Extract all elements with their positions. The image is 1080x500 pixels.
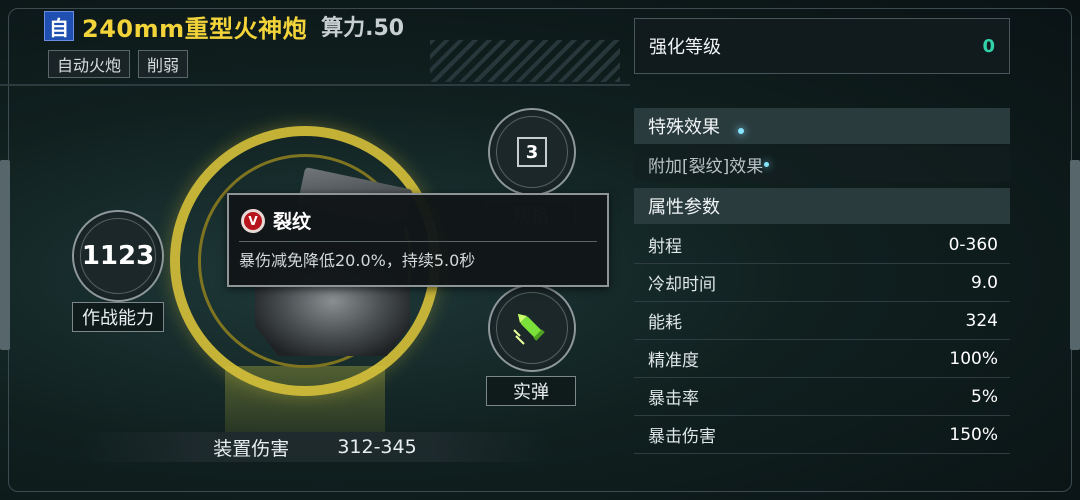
ammo-type-label: 实弹	[486, 376, 576, 406]
tooltip-title: 裂纹	[273, 211, 312, 233]
attribute-name: 能耗	[648, 313, 682, 333]
upgrade-level-row: 强化等级 0	[634, 18, 1010, 74]
level-value: 3	[517, 137, 547, 167]
sparkle-decoration	[738, 128, 744, 134]
header-stripe-decoration	[430, 40, 620, 82]
attribute-value: 5%	[971, 386, 998, 407]
attribute-name: 射程	[648, 237, 682, 257]
crack-icon-glyph: V	[244, 211, 262, 230]
combat-power-circle: 1123	[72, 210, 164, 302]
combat-power-value: 1123	[81, 241, 155, 271]
device-damage-value: 312-345	[337, 436, 417, 458]
attribute-name: 暴击伤害	[648, 427, 716, 447]
tag-weaken: 削弱	[138, 50, 189, 78]
weapon-detail-panel: 自 240mm重型火神炮 算力.50 自动火炮 削弱 1123 作战能力 3 规…	[0, 0, 1080, 500]
attribute-row: 暴击伤害 150%	[634, 416, 1010, 454]
attribute-name: 精准度	[648, 351, 699, 371]
combat-power-label: 作战能力	[72, 302, 164, 332]
attribute-row: 冷却时间 9.0	[634, 264, 1010, 302]
bullet-icon	[513, 313, 545, 345]
attribute-row: 射程 0-360	[634, 226, 1010, 264]
upgrade-level-label: 强化等级	[649, 37, 721, 58]
attribute-row: 能耗 324	[634, 302, 1010, 340]
special-effect-header: 特殊效果	[634, 108, 1010, 144]
weapon-name: 240mm重型火神炮	[82, 14, 308, 43]
self-badge: 自	[44, 11, 74, 41]
attribute-value: 324	[965, 310, 998, 331]
device-damage-label: 装置伤害	[213, 437, 290, 460]
tooltip-divider	[239, 241, 597, 242]
attributes-header: 属性参数	[634, 188, 1010, 224]
attribute-value: 0-360	[948, 234, 998, 255]
attribute-name: 暴击率	[648, 389, 699, 409]
power-cost: 算力.50	[321, 16, 405, 41]
crack-effect-tooltip: V 裂纹 暴伤减免降低20.0%，持续5.0秒	[227, 193, 609, 287]
level-circle[interactable]: 3	[488, 108, 576, 196]
sparkle-decoration	[764, 162, 769, 167]
attribute-value: 9.0	[970, 272, 998, 293]
attribute-value: 100%	[949, 348, 998, 369]
tooltip-header: V 裂纹	[241, 207, 311, 234]
attribute-value: 150%	[949, 424, 998, 445]
attribute-name: 冷却时间	[648, 275, 716, 295]
attributes-list: 射程 0-360 冷却时间 9.0 能耗 324 精准度 100% 暴击率 5%…	[634, 226, 1010, 454]
weapon-tags: 自动火炮 削弱	[48, 50, 189, 78]
device-damage-bar: 装置伤害 312-345	[80, 432, 550, 462]
ammo-type-circle[interactable]	[488, 284, 576, 372]
attribute-row: 暴击率 5%	[634, 378, 1010, 416]
weapon-header: 自 240mm重型火神炮 算力.50	[44, 8, 404, 44]
tooltip-description: 暴伤减免降低20.0%，持续5.0秒	[239, 251, 476, 270]
crack-debuff-icon: V	[241, 208, 265, 233]
attribute-row: 精准度 100%	[634, 340, 1010, 378]
right-frame-bracket	[1070, 160, 1080, 350]
tag-auto-cannon: 自动火炮	[48, 50, 131, 78]
special-effect-text: 附加[裂纹]效果	[634, 146, 1010, 182]
upgrade-level-value: 0	[982, 35, 995, 57]
